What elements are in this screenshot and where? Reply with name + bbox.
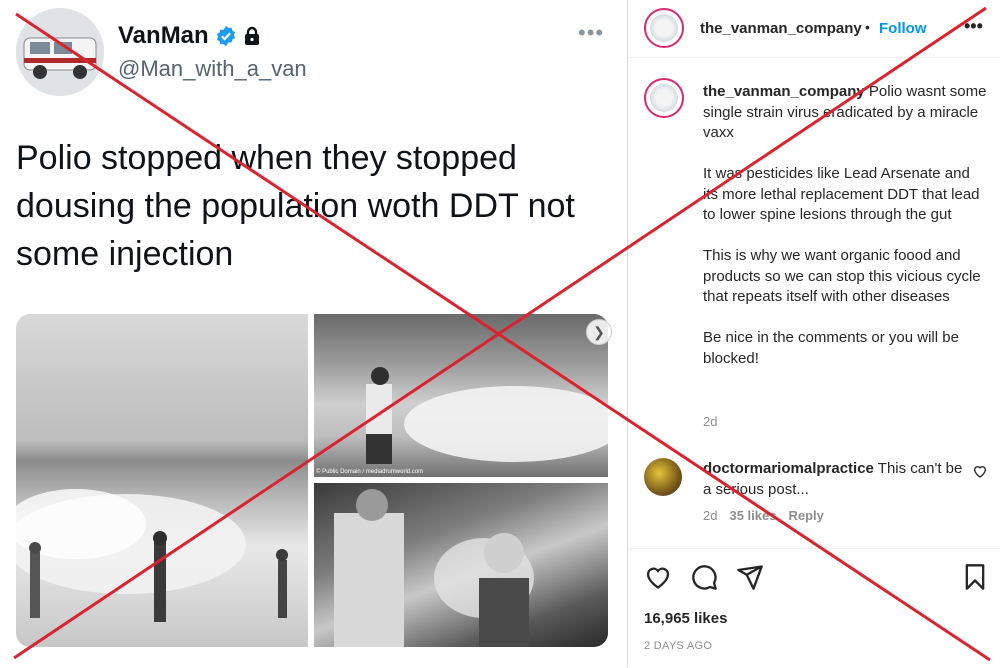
- beach-spraying-photo[interactable]: [16, 314, 308, 647]
- more-options-icon[interactable]: •••: [964, 16, 983, 37]
- chevron-right-icon[interactable]: ❯: [586, 319, 612, 345]
- comment-icon[interactable]: [690, 563, 718, 591]
- photo-credit: © Public Domain / mediadrumworld.com: [316, 469, 424, 475]
- tweet-handle[interactable]: @Man_with_a_van: [118, 56, 307, 82]
- child-spraying-photo[interactable]: [314, 483, 608, 647]
- comment-heart-icon[interactable]: [972, 463, 988, 479]
- caption-timestamp[interactable]: 2d: [703, 414, 717, 429]
- caption-text-2: It was pesticides like Lead Arsenate and…: [703, 165, 980, 223]
- share-icon[interactable]: [736, 563, 764, 591]
- tweet-avatar[interactable]: [16, 8, 104, 96]
- caption-avatar[interactable]: [644, 78, 684, 118]
- instagram-panel: the_vanman_company • Follow ••• the_vanm…: [627, 0, 1000, 667]
- tweet-media-grid[interactable]: © Public Domain / mediadrumworld.com: [16, 314, 608, 647]
- pool-spraying-photo[interactable]: © Public Domain / mediadrumworld.com: [314, 314, 608, 477]
- comment-timestamp[interactable]: 2d: [703, 508, 717, 523]
- separator-dot: •: [865, 19, 870, 35]
- post-date: 2 DAYS AGO: [644, 640, 713, 652]
- follow-button[interactable]: Follow: [879, 20, 927, 37]
- commenter-username[interactable]: doctormariomalpractice: [703, 460, 874, 477]
- likes-count[interactable]: 16,965 likes: [644, 610, 727, 627]
- tweet-more-options-button[interactable]: •••: [578, 20, 604, 46]
- lock-icon: [244, 26, 259, 45]
- caption-paragraph: the_vanman_company Polio wasnt some sing…: [703, 82, 988, 144]
- post-actions: 16,965 likes 2 DAYS AGO: [628, 548, 1000, 668]
- tweet-display-name[interactable]: VanMan: [118, 22, 261, 50]
- commenter-avatar[interactable]: [644, 458, 682, 496]
- caption-username[interactable]: the_vanman_company: [703, 83, 865, 100]
- bookmark-icon[interactable]: [961, 563, 989, 591]
- caption-text-4: Be nice in the comments or you will be b…: [703, 329, 959, 367]
- profile-avatar[interactable]: [644, 8, 684, 48]
- comment-meta: 2d 35 likes Reply: [703, 508, 824, 523]
- post-caption: the_vanman_company Polio wasnt some sing…: [703, 82, 988, 390]
- heart-icon[interactable]: [644, 563, 672, 591]
- post-username[interactable]: the_vanman_company: [700, 20, 862, 37]
- verified-badge-icon: [216, 25, 235, 47]
- caption-text-3: This is why we want organic foood and pr…: [703, 247, 981, 305]
- comment: doctormariomalpractice This can't be a s…: [703, 459, 968, 500]
- reply-button[interactable]: Reply: [788, 508, 823, 523]
- tweet-panel: VanMan @Man_with_a_van ••• Polio stopped…: [0, 0, 627, 667]
- tweet-name-text: VanMan: [118, 22, 209, 49]
- comment-likes[interactable]: 35 likes: [729, 508, 776, 523]
- post-header: the_vanman_company • Follow •••: [628, 0, 1000, 58]
- tweet-text: Polio stopped when they stopped dousing …: [16, 139, 575, 273]
